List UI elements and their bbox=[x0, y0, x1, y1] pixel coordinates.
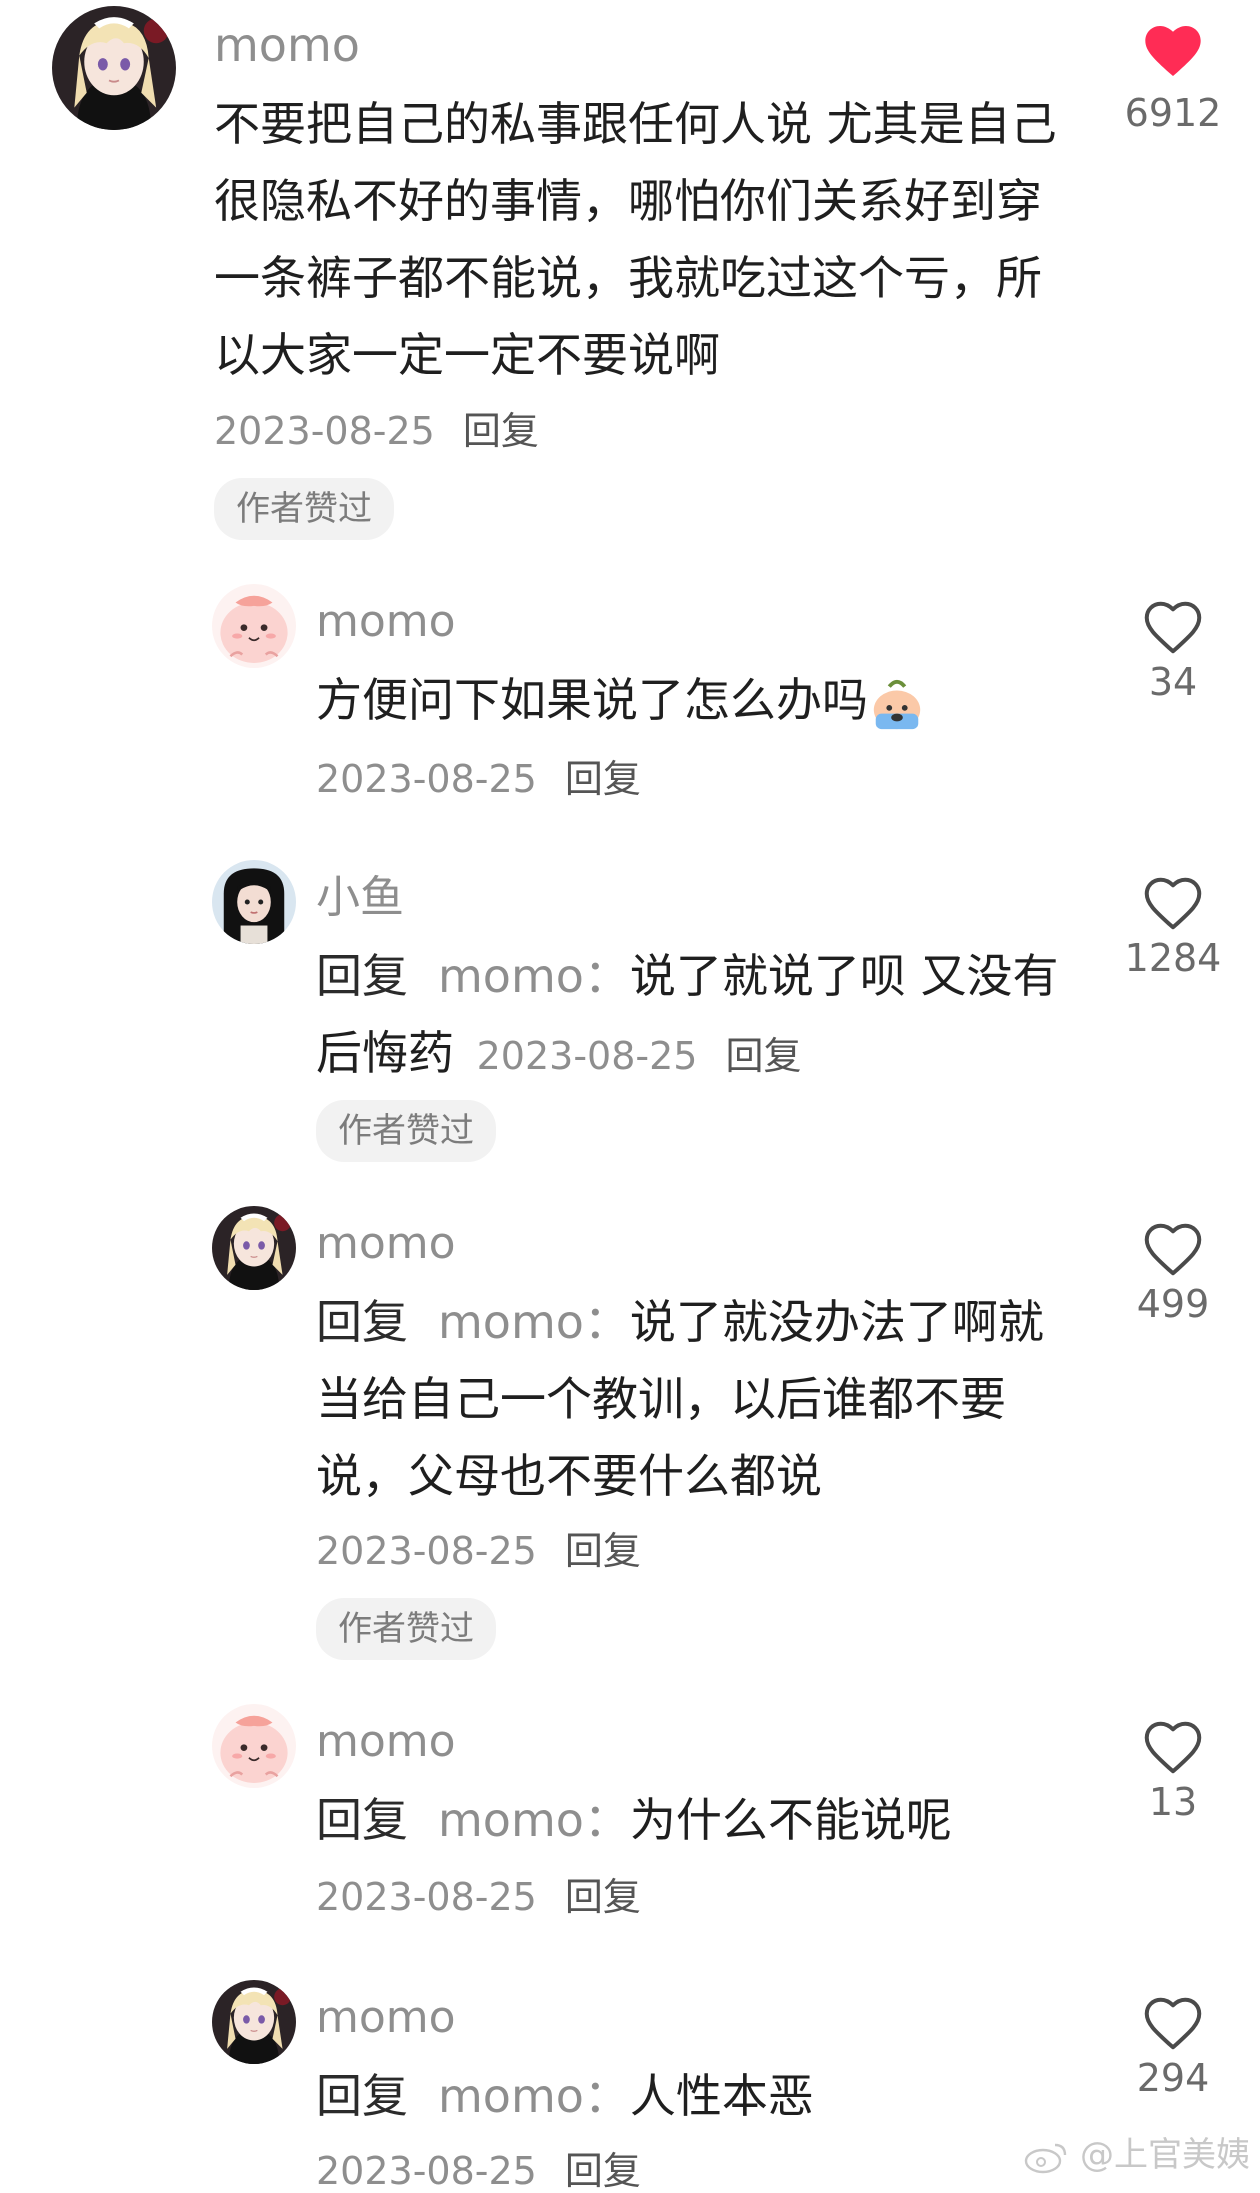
weibo-icon bbox=[1024, 2143, 1067, 2173]
comment-body: 为什么不能说呢 bbox=[629, 1793, 952, 1847]
like-count: 1284 bbox=[1124, 936, 1222, 980]
reply-to-user[interactable]: momo： bbox=[438, 1793, 630, 1847]
comment-body: 说了就没办法了啊就当给自己一个教训，以后谁都不要说，父母也不要什么都说 bbox=[316, 1295, 1044, 1503]
comment-meta: 2023-08-25 回复 bbox=[214, 412, 539, 450]
pink-blob-avatar-icon bbox=[212, 584, 296, 668]
avatar[interactable] bbox=[212, 1704, 296, 1788]
watermark: @上官美姨 bbox=[1023, 2127, 1250, 2176]
comment-date: 2023-08-25 bbox=[214, 409, 435, 453]
comment-meta: 2023-08-25 回复 bbox=[477, 1034, 802, 1078]
heart-outline-icon[interactable] bbox=[1143, 1222, 1203, 1277]
username[interactable]: momo bbox=[214, 22, 360, 68]
reply-prefix: 回复 bbox=[316, 2069, 408, 2123]
comment-text: 不要把自己的私事跟任何人说 尤其是自己很隐私不好的事情，哪怕你们关系好到穿一条裤… bbox=[214, 97, 1057, 382]
comment-body: 方便问下如果说了怎么办吗 bbox=[316, 673, 868, 727]
like-control[interactable]: 294 bbox=[1113, 1996, 1233, 2097]
comment-body: 人性本恶 bbox=[629, 2069, 814, 2123]
comment-date: 2023-08-25 bbox=[316, 757, 537, 801]
comment-text: 方便问下如果说了怎么办吗 bbox=[316, 662, 1076, 739]
pink-blob-avatar-icon bbox=[212, 1704, 296, 1788]
avatar[interactable] bbox=[212, 860, 296, 944]
like-control[interactable]: 13 bbox=[1113, 1720, 1233, 1821]
reply-button[interactable]: 回复 bbox=[565, 1529, 641, 1573]
reply-button[interactable]: 回复 bbox=[565, 757, 641, 801]
heart-outline-icon[interactable] bbox=[1143, 1996, 1203, 2051]
like-control[interactable]: 499 bbox=[1113, 1222, 1233, 1323]
username[interactable]: momo bbox=[316, 600, 456, 644]
comment-meta: 2023-08-25 回复 bbox=[316, 1532, 641, 1570]
anime-girl-avatar-icon bbox=[212, 1980, 296, 2064]
crying-emoji-icon bbox=[873, 679, 921, 729]
username[interactable]: momo bbox=[316, 1996, 456, 2040]
avatar[interactable] bbox=[52, 6, 176, 130]
reply-to-user[interactable]: momo： bbox=[438, 1295, 630, 1349]
username[interactable]: momo bbox=[316, 1720, 456, 1764]
like-count: 294 bbox=[1136, 2056, 1210, 2100]
author-liked-badge: 作者赞过 bbox=[214, 478, 394, 540]
like-count: 34 bbox=[1148, 660, 1198, 704]
avatar[interactable] bbox=[212, 584, 296, 668]
avatar[interactable] bbox=[212, 1980, 296, 2064]
reply-button[interactable]: 回复 bbox=[565, 2149, 641, 2193]
heart-outline-icon[interactable] bbox=[1143, 600, 1203, 655]
username[interactable]: 小鱼 bbox=[316, 876, 404, 920]
comment-date: 2023-08-25 bbox=[476, 1034, 698, 1078]
comment-text: 回复 momo：为什么不能说呢 bbox=[316, 1782, 1076, 1859]
reply-button[interactable]: 回复 bbox=[565, 1875, 641, 1919]
reply-button[interactable]: 回复 bbox=[725, 1034, 801, 1078]
like-control[interactable]: 34 bbox=[1113, 600, 1233, 701]
comment-date: 2023-08-25 bbox=[316, 2149, 537, 2193]
like-control[interactable]: 6912 bbox=[1113, 22, 1233, 132]
comment-date: 2023-08-25 bbox=[316, 1529, 537, 1573]
reply-prefix: 回复 bbox=[316, 1793, 408, 1847]
anime-girl-avatar-icon bbox=[212, 1206, 296, 1290]
watermark-text: @上官美姨 bbox=[1080, 2135, 1250, 2175]
like-count: 6912 bbox=[1124, 91, 1222, 135]
reply-prefix: 回复 bbox=[316, 949, 408, 1003]
reply-prefix: 回复 bbox=[316, 1295, 408, 1349]
heart-outline-icon[interactable] bbox=[1143, 876, 1203, 931]
username[interactable]: momo bbox=[316, 1222, 456, 1266]
avatar[interactable] bbox=[212, 1206, 296, 1290]
author-liked-badge: 作者赞过 bbox=[316, 1100, 496, 1162]
heart-outline-icon[interactable] bbox=[1143, 1720, 1203, 1775]
comment-meta: 2023-08-25 回复 bbox=[316, 1878, 641, 1916]
author-liked-badge: 作者赞过 bbox=[316, 1598, 496, 1660]
reply-to-user[interactable]: momo： bbox=[438, 2069, 630, 2123]
reply-button[interactable]: 回复 bbox=[463, 409, 539, 453]
comment-text: 回复 momo：说了就没办法了啊就当给自己一个教训，以后谁都不要说，父母也不要什么… bbox=[316, 1284, 1076, 1515]
comment-meta: 2023-08-25 回复 bbox=[316, 2152, 641, 2190]
like-count: 499 bbox=[1136, 1282, 1210, 1326]
comment-text: 回复 momo：人性本恶 bbox=[316, 2058, 1076, 2135]
reply-to-user[interactable]: momo： bbox=[438, 949, 630, 1003]
like-count: 13 bbox=[1148, 1780, 1198, 1824]
comment-text: 回复 momo：说了就说了呗 又没有后悔药 2023-08-25 回复 bbox=[316, 938, 1076, 1092]
anime-girl-avatar-icon bbox=[52, 6, 176, 130]
comment-date: 2023-08-25 bbox=[316, 1875, 537, 1919]
heart-filled-icon[interactable] bbox=[1141, 22, 1205, 80]
like-control[interactable]: 1284 bbox=[1113, 876, 1233, 977]
dark-hair-girl-avatar-icon bbox=[212, 860, 296, 944]
comment-meta: 2023-08-25 回复 bbox=[316, 760, 641, 798]
